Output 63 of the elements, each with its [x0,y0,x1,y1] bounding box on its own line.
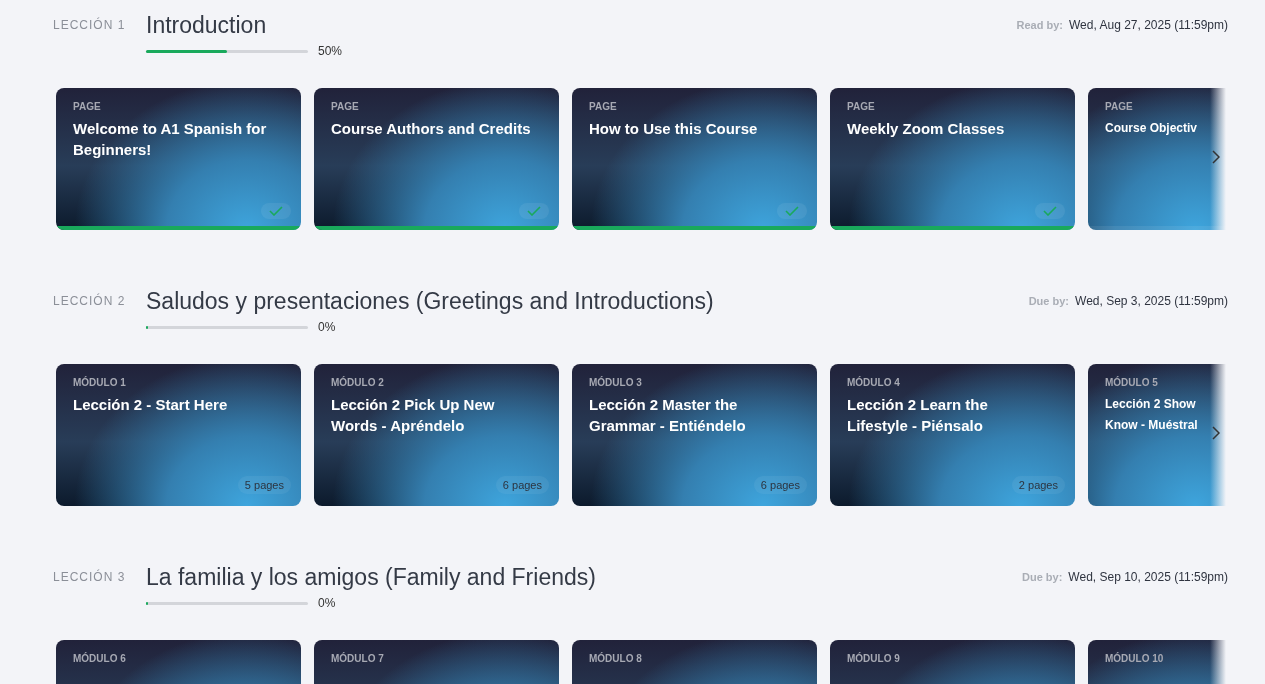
lesson-card[interactable]: PAGE How to Use this Course [572,88,817,230]
progress-percent: 0% [318,320,336,334]
due-date: Wed, Sep 10, 2025 (11:59pm) [1068,570,1228,584]
lesson-title: La familia y los amigos (Family and Friends) [146,564,597,590]
due-label: Due by: [1022,571,1063,583]
card-type-label: PAGE [847,101,876,112]
card-title: Lección 2 Master the Grammar - Entiéndelo [589,395,747,436]
progress-percent: 0% [318,596,336,610]
lesson-card[interactable]: PAGE Course Objectiv [1088,88,1226,230]
card-title: Course Objectiv [1105,120,1198,137]
card-type-label: PAGE [1105,101,1134,112]
card-type-label: PAGE [589,101,618,112]
card-title: Course Authors and Credits [331,119,531,139]
lesson-number: LECCIÓN 1 [53,16,127,32]
card-type-label: MÓDULO 7 [331,653,385,664]
card-type-label: MÓDULO 4 [847,377,901,388]
card-type-label: MÓDULO 6 [73,653,127,664]
check-icon [777,203,807,219]
due-label: Read by: [1016,19,1063,31]
card-type-label: MÓDULO 1 [73,377,127,388]
lesson-card[interactable]: MÓDULO 5 Lección 2 Show Know - Muéstral [1088,364,1226,506]
card-title: Lección 2 Pick Up New Words - Apréndelo [331,395,496,436]
check-icon [519,203,549,219]
lesson-card[interactable]: MÓDULO 8 [572,640,817,684]
card-title: Lección 2 - Start Here [73,395,229,415]
card-title: How to Use this Course [589,119,759,139]
lesson-card[interactable]: MÓDULO 4 Lección 2 Learn the Lifestyle - Piénsalo 2 pages [830,364,1075,506]
card-type-label: MÓDULO 2 [331,377,385,388]
lesson-card[interactable]: PAGE Weekly Zoom Classes [830,88,1075,230]
card-title: Weekly Zoom Classes [847,119,1006,139]
card-title: Lección 2 Learn the Lifestyle - Piénsalo [847,395,989,436]
page-count: 6 pages [753,476,807,494]
progress-percent: 50% [318,44,343,58]
page-count: 5 pages [237,476,291,494]
card-type-label: PAGE [73,101,102,112]
page-count: 2 pages [1011,476,1065,494]
check-icon [261,203,291,219]
lesson-number: LECCIÓN 3 [53,568,127,584]
card-type-label: MÓDULO 3 [589,377,643,388]
card-title: Lección 2 Show Know - Muéstral [1105,396,1198,434]
due-date: Wed, Aug 27, 2025 (11:59pm) [1069,18,1228,32]
lesson-title: Introduction [146,12,268,38]
card-title: Welcome to A1 Spanish for Beginners! [73,119,268,160]
lesson-title: Saludos y presentaciones (Greetings and Introductions) [146,288,715,314]
lesson-card[interactable]: MÓDULO 6 [56,640,301,684]
lesson-card[interactable]: MÓDULO 9 [830,640,1075,684]
check-icon [1035,203,1065,219]
card-type-label: MÓDULO 8 [589,653,643,664]
due-date: Wed, Sep 3, 2025 (11:59pm) [1075,294,1228,308]
due-label: Due by: [1028,295,1069,307]
lesson-card[interactable]: MÓDULO 2 Lección 2 Pick Up New Words - Apréndelo 6 pages [314,364,559,506]
lesson-number: LECCIÓN 2 [53,292,127,308]
lesson-card[interactable]: MÓDULO 3 Lección 2 Master the Grammar - Entiéndelo 6 pages [572,364,817,506]
card-type-label: MÓDULO 9 [847,653,901,664]
lesson-card[interactable]: PAGE Course Authors and Credits [314,88,559,230]
card-type-label: MÓDULO 10 [1105,653,1165,664]
card-type-label: PAGE [331,101,360,112]
lesson-card[interactable]: MÓDULO 7 [314,640,559,684]
lesson-card[interactable]: PAGE Welcome to A1 Spanish for Beginners! [56,88,301,230]
lesson-card[interactable]: MÓDULO 10 [1088,640,1226,684]
card-type-label: MÓDULO 5 [1105,377,1159,388]
page-count: 6 pages [495,476,549,494]
lesson-card[interactable]: MÓDULO 1 Lección 2 - Start Here 5 pages [56,364,301,506]
